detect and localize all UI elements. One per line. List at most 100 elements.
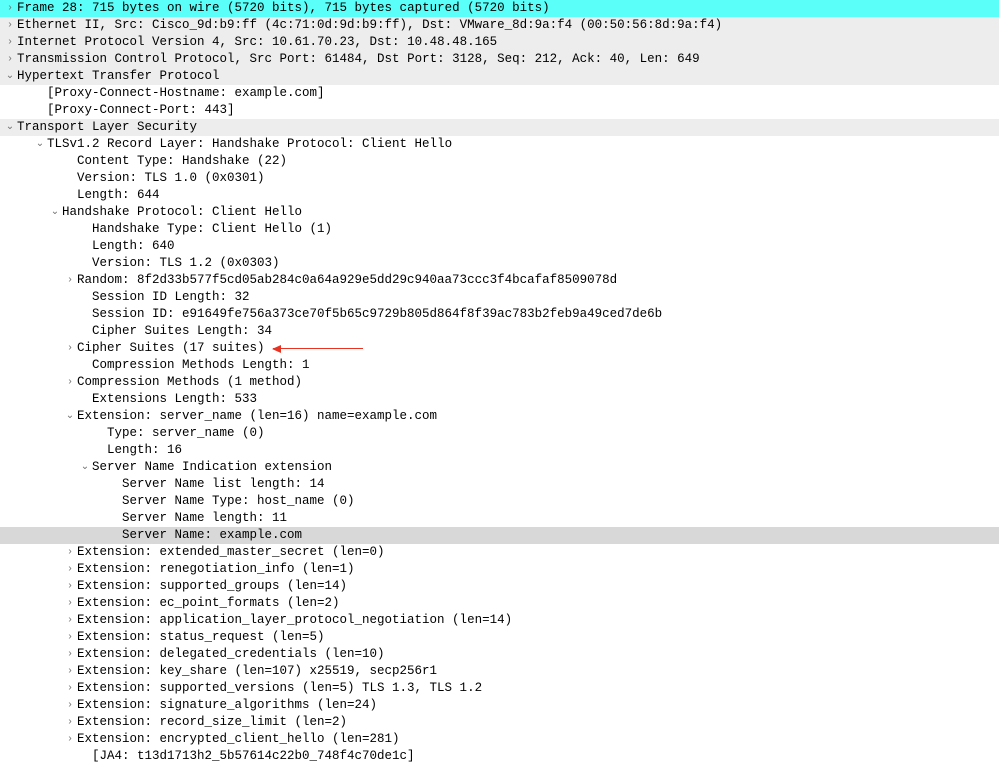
expand-icon[interactable]: › [3,34,17,51]
tree-row-label: Compression Methods (1 method) [77,374,302,391]
tree-row[interactable]: ›Extension: encrypted_client_hello (len=… [0,731,999,748]
expand-icon[interactable]: › [63,272,77,289]
tree-row[interactable]: ⌄TLSv1.2 Record Layer: Handshake Protoco… [0,136,999,153]
tree-row[interactable]: ›Internet Protocol Version 4, Src: 10.61… [0,34,999,51]
collapse-icon[interactable]: ⌄ [33,136,47,153]
expand-icon[interactable]: › [3,17,17,34]
tree-row-label: Compression Methods Length: 1 [92,357,310,374]
tree-row-label: Session ID Length: 32 [92,289,250,306]
tree-row[interactable]: Server Name: example.com [0,527,999,544]
collapse-icon[interactable]: ⌄ [3,119,17,136]
tree-row[interactable]: ›Random: 8f2d33b577f5cd05ab284c0a64a929e… [0,272,999,289]
tree-row[interactable]: ›Extension: extended_master_secret (len=… [0,544,999,561]
tree-row-label: Cipher Suites Length: 34 [92,323,272,340]
tree-row[interactable]: ›Extension: supported_groups (len=14) [0,578,999,595]
expand-icon[interactable]: › [63,680,77,697]
expand-icon[interactable]: › [63,612,77,629]
tree-row[interactable]: [JA4: t13d1713h2_5b57614c22b0_748f4c70de… [0,748,999,765]
expand-icon[interactable]: › [63,561,77,578]
expand-icon[interactable]: › [63,374,77,391]
expand-icon[interactable]: › [63,663,77,680]
tree-row-label: Length: 640 [92,238,175,255]
tree-row-label: Version: TLS 1.2 (0x0303) [92,255,280,272]
tree-row-label: TLSv1.2 Record Layer: Handshake Protocol… [47,136,452,153]
tree-row-label: Content Type: Handshake (22) [77,153,287,170]
tree-row[interactable]: ›Extension: signature_algorithms (len=24… [0,697,999,714]
tree-row[interactable]: ›Frame 28: 715 bytes on wire (5720 bits)… [0,0,999,17]
collapse-icon[interactable]: ⌄ [78,459,92,476]
tree-row[interactable]: Cipher Suites Length: 34 [0,323,999,340]
tree-row[interactable]: [Proxy-Connect-Port: 443] [0,102,999,119]
tree-row-label: [JA4: t13d1713h2_5b57614c22b0_748f4c70de… [92,748,415,765]
expand-icon[interactable]: › [3,0,17,17]
tree-row-label: Extension: application_layer_protocol_ne… [77,612,512,629]
tree-row-label: Server Name: example.com [122,527,302,544]
tree-row-label: Hypertext Transfer Protocol [17,68,220,85]
tree-row-label: Ethernet II, Src: Cisco_9d:b9:ff (4c:71:… [17,17,722,34]
expand-icon[interactable]: › [63,578,77,595]
tree-row-label: Extension: status_request (len=5) [77,629,325,646]
tree-row-label: Extension: renegotiation_info (len=1) [77,561,355,578]
tree-row-label: Internet Protocol Version 4, Src: 10.61.… [17,34,497,51]
tree-row[interactable]: ›Ethernet II, Src: Cisco_9d:b9:ff (4c:71… [0,17,999,34]
tree-row[interactable]: Version: TLS 1.2 (0x0303) [0,255,999,272]
tree-row-label: Extension: supported_versions (len=5) TL… [77,680,482,697]
tree-row[interactable]: ⌄Transport Layer Security [0,119,999,136]
tree-row[interactable]: Session ID Length: 32 [0,289,999,306]
tree-row[interactable]: Server Name length: 11 [0,510,999,527]
tree-row[interactable]: Version: TLS 1.0 (0x0301) [0,170,999,187]
tree-row-label: Transport Layer Security [17,119,197,136]
tree-row[interactable]: ›Extension: key_share (len=107) x25519, … [0,663,999,680]
tree-row[interactable]: ›Extension: application_layer_protocol_n… [0,612,999,629]
tree-row-label: Random: 8f2d33b577f5cd05ab284c0a64a929e5… [77,272,617,289]
expand-icon[interactable]: › [63,714,77,731]
tree-row-label: Extension: encrypted_client_hello (len=2… [77,731,400,748]
expand-icon[interactable]: › [63,731,77,748]
expand-icon[interactable]: › [63,697,77,714]
tree-row[interactable]: ›Extension: status_request (len=5) [0,629,999,646]
tree-row-label: Type: server_name (0) [107,425,265,442]
tree-row-label: Length: 16 [107,442,182,459]
tree-row[interactable]: ›Transmission Control Protocol, Src Port… [0,51,999,68]
tree-row[interactable]: Handshake Type: Client Hello (1) [0,221,999,238]
tree-row[interactable]: Length: 644 [0,187,999,204]
tree-row[interactable]: Length: 640 [0,238,999,255]
tree-row[interactable]: ⌄Hypertext Transfer Protocol [0,68,999,85]
tree-row[interactable]: ›Cipher Suites (17 suites) [0,340,999,357]
tree-row[interactable]: ⌄Handshake Protocol: Client Hello [0,204,999,221]
tree-row[interactable]: Content Type: Handshake (22) [0,153,999,170]
tree-row[interactable]: ⌄Server Name Indication extension [0,459,999,476]
tree-row[interactable]: Session ID: e91649fe756a373ce70f5b65c972… [0,306,999,323]
tree-row[interactable]: Server Name list length: 14 [0,476,999,493]
collapse-icon[interactable]: ⌄ [3,68,17,85]
tree-row[interactable]: Extensions Length: 533 [0,391,999,408]
tree-row[interactable]: ›Extension: renegotiation_info (len=1) [0,561,999,578]
tree-row[interactable]: ⌄Extension: server_name (len=16) name=ex… [0,408,999,425]
tree-row[interactable]: Compression Methods Length: 1 [0,357,999,374]
expand-icon[interactable]: › [63,646,77,663]
tree-row[interactable]: ›Extension: ec_point_formats (len=2) [0,595,999,612]
expand-icon[interactable]: › [63,340,77,357]
tree-row-label: Server Name list length: 14 [122,476,325,493]
tree-row-label: [Proxy-Connect-Port: 443] [47,102,235,119]
tree-row-label: Extension: extended_master_secret (len=0… [77,544,385,561]
tree-row-label: Extension: key_share (len=107) x25519, s… [77,663,437,680]
tree-row[interactable]: Server Name Type: host_name (0) [0,493,999,510]
collapse-icon[interactable]: ⌄ [48,204,62,221]
tree-row-label: Extension: server_name (len=16) name=exa… [77,408,437,425]
tree-row-label: Frame 28: 715 bytes on wire (5720 bits),… [17,0,550,17]
expand-icon[interactable]: › [63,595,77,612]
expand-icon[interactable]: › [3,51,17,68]
tree-row[interactable]: [Proxy-Connect-Hostname: example.com] [0,85,999,102]
tree-row[interactable]: ›Compression Methods (1 method) [0,374,999,391]
tree-row[interactable]: Length: 16 [0,442,999,459]
tree-row[interactable]: Type: server_name (0) [0,425,999,442]
tree-row-label: Server Name length: 11 [122,510,287,527]
expand-icon[interactable]: › [63,629,77,646]
expand-icon[interactable]: › [63,544,77,561]
tree-row-label: Extension: delegated_credentials (len=10… [77,646,385,663]
tree-row[interactable]: ›Extension: supported_versions (len=5) T… [0,680,999,697]
tree-row[interactable]: ›Extension: record_size_limit (len=2) [0,714,999,731]
collapse-icon[interactable]: ⌄ [63,408,77,425]
tree-row[interactable]: ›Extension: delegated_credentials (len=1… [0,646,999,663]
